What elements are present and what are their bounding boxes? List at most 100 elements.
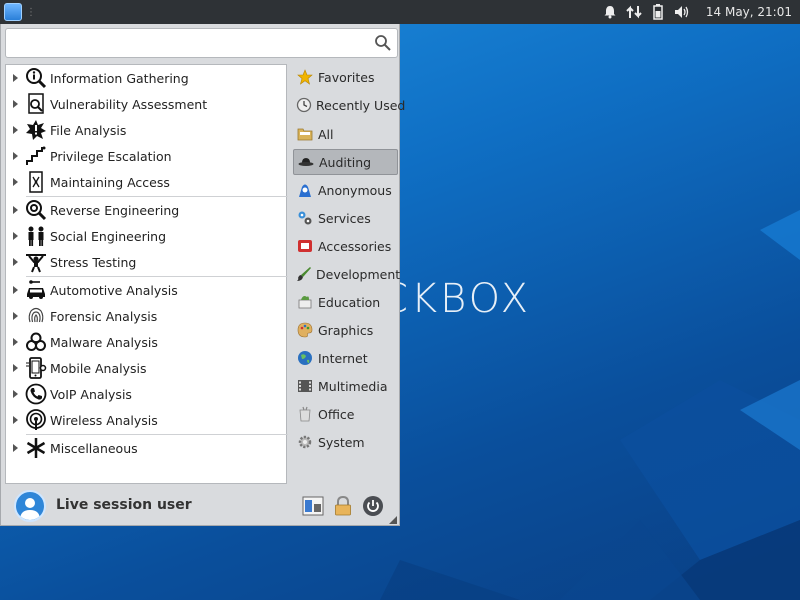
resize-grip[interactable]	[389, 516, 397, 524]
category-label: Graphics	[318, 322, 374, 338]
category-label: Multimedia	[318, 378, 388, 394]
expand-arrow-icon[interactable]	[13, 152, 18, 160]
expand-arrow-icon[interactable]	[13, 206, 18, 214]
category-accessories[interactable]: Accessories	[293, 233, 398, 259]
category-label: Anonymous	[318, 182, 392, 198]
app-vulnerability-assessment[interactable]: Vulnerability Assessment	[6, 91, 286, 117]
app-file-analysis[interactable]: File Analysis	[6, 117, 286, 143]
biohazard-icon	[25, 331, 47, 353]
category-office[interactable]: Office	[293, 401, 398, 427]
volume-icon[interactable]	[670, 0, 694, 24]
category-all[interactable]: All	[293, 121, 398, 147]
app-privilege-escalation[interactable]: Privilege Escalation	[6, 143, 286, 169]
door-icon	[25, 171, 47, 193]
app-maintaining-access[interactable]: Maintaining Access	[6, 169, 286, 195]
system-tray: 14 May, 21:01	[598, 0, 800, 24]
palette-icon	[296, 321, 314, 339]
category-education[interactable]: Education	[293, 289, 398, 315]
panel-separator: ⋮	[26, 6, 36, 18]
category-favorites[interactable]: Favorites	[293, 64, 398, 90]
star-icon	[296, 68, 314, 86]
expand-arrow-icon[interactable]	[13, 338, 18, 346]
expand-arrow-icon[interactable]	[13, 258, 18, 266]
battery-icon[interactable]	[646, 0, 670, 24]
categories-list: Favorites Recently Used All Auditing Ano…	[291, 64, 405, 484]
category-graphics[interactable]: Graphics	[293, 317, 398, 343]
app-label: Mobile Analysis	[50, 360, 147, 376]
expand-arrow-icon[interactable]	[13, 444, 18, 452]
applications-menu-button[interactable]	[4, 3, 22, 21]
expand-arrow-icon[interactable]	[13, 178, 18, 186]
category-system[interactable]: System	[293, 429, 398, 455]
app-mobile-analysis[interactable]: Mobile Analysis	[6, 355, 286, 381]
expand-arrow-icon[interactable]	[13, 364, 18, 372]
category-auditing[interactable]: Auditing	[293, 149, 398, 175]
category-anonymous[interactable]: Anonymous	[293, 177, 398, 203]
app-voip-analysis[interactable]: VoIP Analysis	[6, 381, 286, 407]
category-development[interactable]: Development	[293, 261, 400, 287]
education-icon	[296, 293, 314, 311]
panel-clock[interactable]: 14 May, 21:01	[694, 5, 800, 19]
menu-footer: Live session user	[1, 486, 399, 526]
expand-arrow-icon[interactable]	[13, 416, 18, 424]
search-box[interactable]	[5, 28, 398, 58]
expand-arrow-icon[interactable]	[13, 74, 18, 82]
document-search-icon	[25, 93, 47, 115]
app-information-gathering[interactable]: Information Gathering	[6, 65, 286, 91]
app-malware-analysis[interactable]: Malware Analysis	[6, 329, 286, 355]
power-icon[interactable]	[361, 494, 385, 518]
expand-arrow-icon[interactable]	[13, 286, 18, 294]
app-automotive-analysis[interactable]: Automotive Analysis	[6, 277, 286, 303]
app-miscellaneous[interactable]: Miscellaneous	[6, 435, 286, 461]
phone-icon	[25, 383, 47, 405]
app-forensic-analysis[interactable]: Forensic Analysis	[6, 303, 286, 329]
category-internet[interactable]: Internet	[293, 345, 398, 371]
lock-icon[interactable]	[331, 494, 355, 518]
asterisk-icon	[25, 437, 47, 459]
anonymous-icon	[296, 181, 314, 199]
category-label: Services	[318, 210, 371, 226]
brush-icon	[296, 265, 312, 283]
category-multimedia[interactable]: Multimedia	[293, 373, 398, 399]
system-gear-icon	[296, 433, 314, 451]
file-alert-icon	[25, 119, 47, 141]
expand-arrow-icon[interactable]	[13, 312, 18, 320]
gear-magnifier-icon	[25, 199, 47, 221]
search-input[interactable]	[10, 33, 370, 53]
services-icon	[296, 209, 314, 227]
app-label: File Analysis	[50, 122, 127, 138]
expand-arrow-icon[interactable]	[13, 390, 18, 398]
clock-icon	[296, 96, 312, 114]
accessories-icon	[296, 237, 314, 255]
multimedia-icon	[296, 377, 314, 395]
app-social-engineering[interactable]: Social Engineering	[6, 223, 286, 249]
switch-user-icon[interactable]	[301, 494, 325, 518]
expand-arrow-icon[interactable]	[13, 232, 18, 240]
app-stress-testing[interactable]: Stress Testing	[6, 249, 286, 275]
expand-arrow-icon[interactable]	[13, 100, 18, 108]
network-icon[interactable]	[622, 0, 646, 24]
fingerprint-icon	[25, 305, 47, 327]
bell-icon[interactable]	[598, 0, 622, 24]
search-icon[interactable]	[374, 34, 392, 52]
category-label: System	[318, 434, 365, 450]
wireless-icon	[25, 409, 47, 431]
category-label: Accessories	[318, 238, 392, 254]
expand-arrow-icon[interactable]	[13, 126, 18, 134]
info-magnifier-icon	[25, 67, 47, 89]
app-reverse-engineering[interactable]: Reverse Engineering	[6, 197, 286, 223]
office-icon	[296, 405, 314, 423]
avatar[interactable]	[14, 490, 46, 522]
car-icon	[25, 279, 47, 301]
app-wireless-analysis[interactable]: Wireless Analysis	[6, 407, 286, 433]
category-services[interactable]: Services	[293, 205, 398, 231]
hat-icon	[297, 153, 315, 171]
app-label: Malware Analysis	[50, 334, 158, 350]
category-label: Internet	[318, 350, 368, 366]
app-label: Reverse Engineering	[50, 202, 180, 218]
app-label: VoIP Analysis	[50, 386, 132, 402]
weight-lifter-icon	[25, 251, 47, 273]
app-label: Forensic Analysis	[50, 308, 158, 324]
category-recently-used[interactable]: Recently Used	[293, 92, 405, 118]
app-label: Automotive Analysis	[50, 282, 178, 298]
